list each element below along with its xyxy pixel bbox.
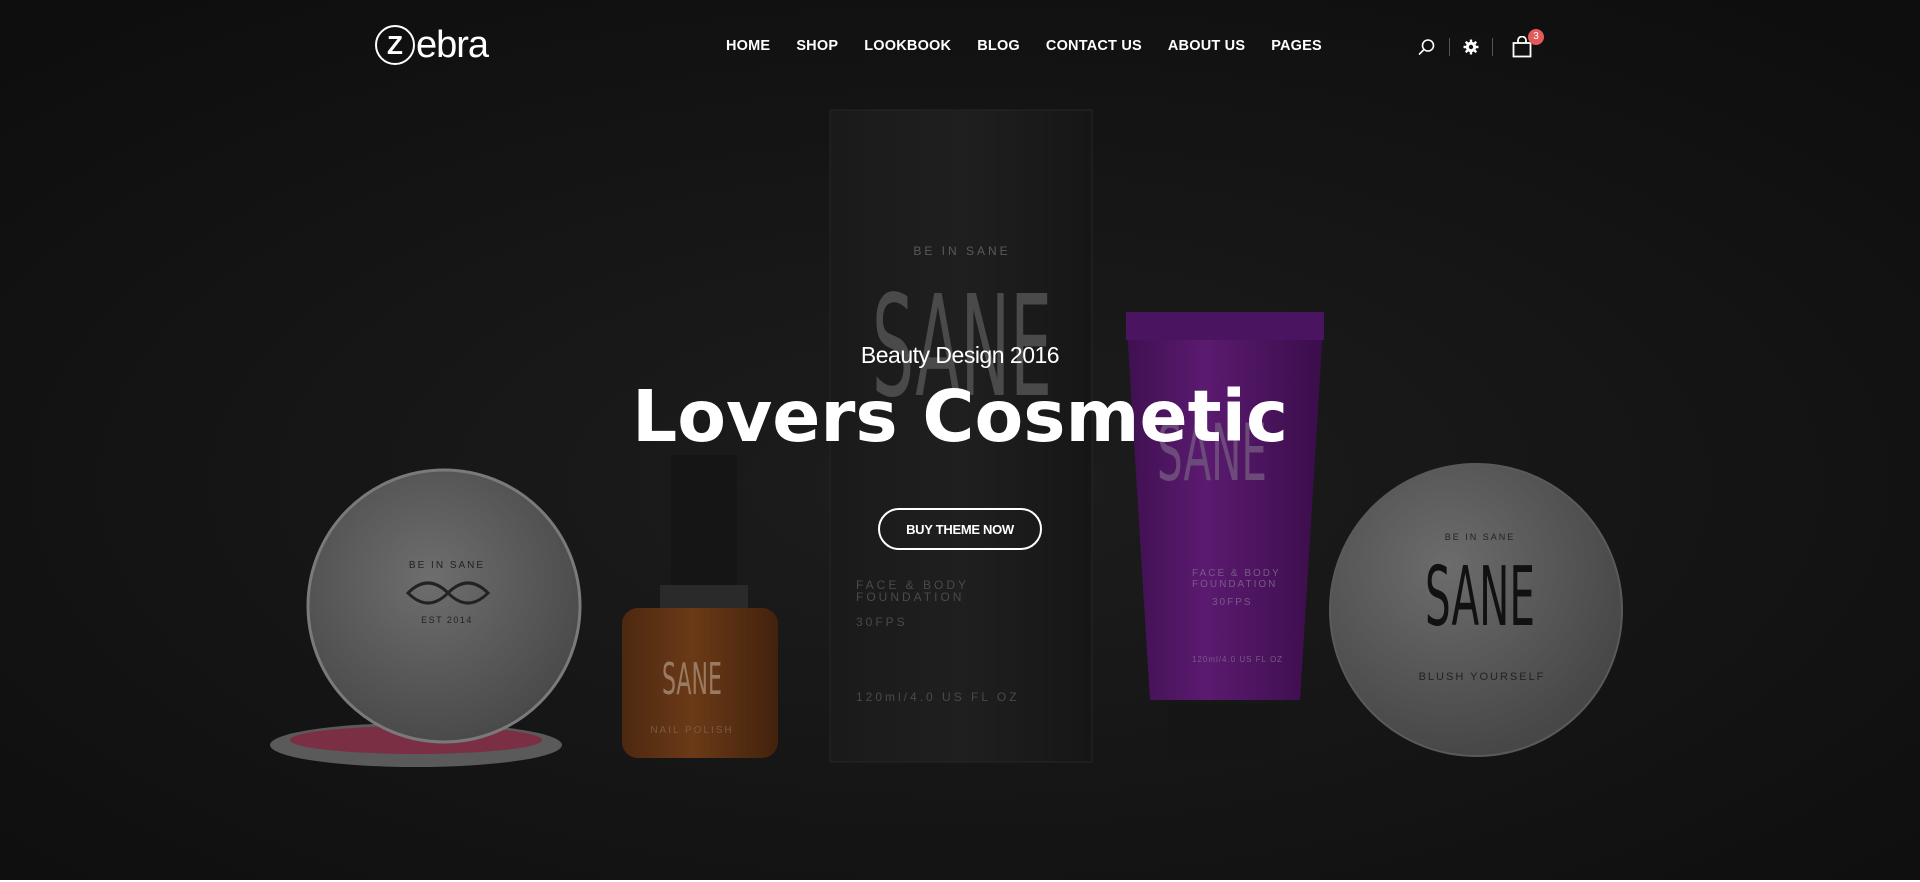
hero-headline: Lovers Cosmetic [631,375,1289,458]
hero-subtitle: Beauty Design 2016 [860,342,1060,368]
gear-icon [1463,39,1479,55]
settings-button[interactable] [1463,39,1479,55]
nav-shop[interactable]: SHOP [796,38,838,54]
nav-about-us[interactable]: ABOUT US [1168,38,1245,54]
product-tube-body [1126,312,1324,700]
product-nail-polish-cap [671,455,737,585]
logo-wordmark: ebra [416,24,489,66]
header-tools: 3 [1418,29,1544,58]
search-button[interactable] [1418,38,1436,56]
box-volume: 120ml/4.0 US FL OZ [856,690,1020,704]
nav-blog[interactable]: BLOG [977,38,1020,54]
blush-brand: SANE [1425,550,1535,645]
cart-button[interactable]: 3 [1512,29,1544,58]
tube-volume: 120ml/4.0 US FL OZ [1192,655,1283,664]
polish-brand: SANE [662,654,722,705]
buy-theme-now-button[interactable]: BUY THEME NOW [878,508,1042,550]
cart-count-badge: 3 [1528,29,1544,45]
divider [1492,38,1493,56]
product-compact-lid [306,468,582,744]
blush-label: BLUSH YOURSELF [1419,671,1546,683]
tube-line1: FACE & BODY [1192,568,1281,579]
tube-spf: 30FPS [1212,597,1253,608]
brand-logo[interactable]: Z ebra [375,24,489,66]
blush-tagline: BE IN SANE [1445,532,1516,542]
tube-line2: FOUNDATION [1192,579,1277,590]
hero-banner: BE IN SANE SANE FACE & BODY FOUNDATION 3… [0,0,1920,880]
box-tagline: BE IN SANE [913,244,1010,258]
nav-lookbook[interactable]: LOOKBOOK [864,38,951,54]
box-spf: 30FPS [856,615,908,629]
polish-label: NAIL POLISH [650,725,733,736]
product-tube-crimp [1126,312,1324,340]
nav-home[interactable]: HOME [726,38,770,54]
logo-mark: Z [375,25,415,65]
nav-pages[interactable]: PAGES [1271,38,1322,54]
main-navigation: HOME SHOP LOOKBOOK BLOG CONTACT US ABOUT… [726,38,1348,54]
divider [1449,38,1450,56]
product-tube-cap [1168,705,1278,760]
search-icon [1418,39,1435,55]
compact-tagline: BE IN SANE [409,560,485,571]
nav-contact-us[interactable]: CONTACT US [1046,38,1142,54]
compact-est: EST 2014 [421,615,473,625]
box-line2: FOUNDATION [856,590,964,604]
